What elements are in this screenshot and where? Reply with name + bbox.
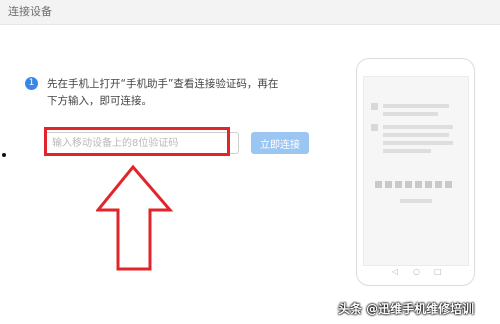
- verification-code-input[interactable]: [45, 132, 239, 154]
- instruction-line-2: 下方输入，即可连接。: [47, 95, 152, 107]
- window-title: 连接设备: [8, 5, 52, 18]
- phone-screen-placeholder: [371, 103, 453, 203]
- up-arrow-annotation: [96, 164, 174, 271]
- bullet-dot: [2, 153, 6, 157]
- phone-back-icon: ◁: [392, 267, 399, 276]
- instruction-text: 先在手机上打开“手机助手”查看连接验证码，再在 下方输入，即可连接。: [47, 76, 317, 110]
- phone-home-icon: ○: [413, 267, 420, 276]
- phone-recent-icon: □: [434, 267, 442, 276]
- title-bar: 连接设备: [0, 0, 500, 25]
- phone-screen: [363, 76, 469, 266]
- connect-now-button[interactable]: 立即连接: [251, 132, 309, 154]
- watermark: 头条 @迅维手机维修培训: [338, 302, 475, 316]
- phone-illustration: ◁ ○ □: [356, 58, 475, 286]
- step-number-badge: 1: [25, 77, 38, 90]
- instruction-line-1: 先在手机上打开“手机助手”查看连接验证码，再在: [47, 78, 279, 90]
